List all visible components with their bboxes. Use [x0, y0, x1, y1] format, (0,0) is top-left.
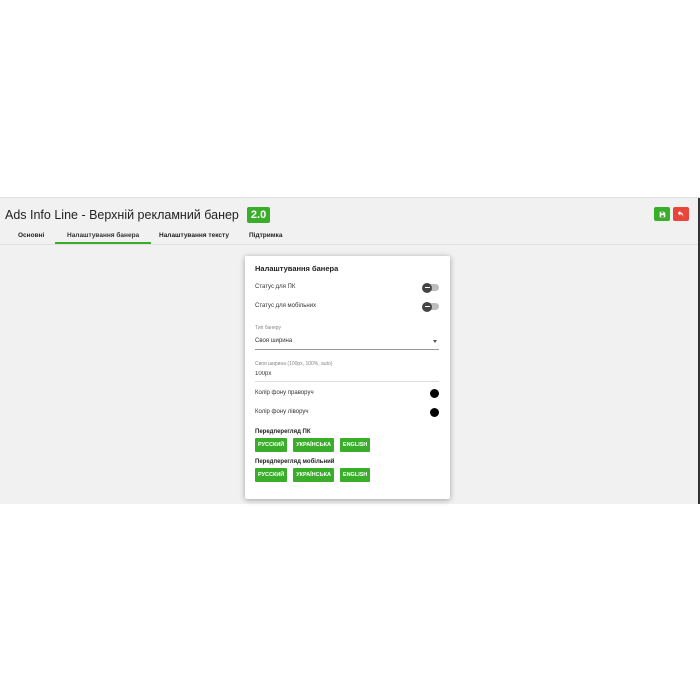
version-badge: 2.0: [246, 207, 271, 223]
admin-panel: Ads Info Line - Верхній рекламний банер …: [0, 197, 700, 504]
preview-mobile-label: Передперегляд мобільний: [255, 459, 335, 465]
page-title-text: Ads Info Line - Верхній рекламний банер: [5, 208, 239, 222]
back-button[interactable]: [673, 207, 689, 221]
preview-pc-buttons: РУССКИЙ УКРАЇНСЬКА ENGLISH: [255, 438, 371, 452]
banner-settings-card: Налаштування банера Статус для ПК Статус…: [245, 256, 450, 499]
bg-right-color-swatch[interactable]: [430, 389, 439, 398]
status-mobile-label: Статус для мобільних: [255, 303, 317, 309]
bg-left-label: Колір фону ліворуч: [255, 409, 309, 415]
status-mobile-toggle[interactable]: [422, 301, 439, 312]
preview-pc-russian-button[interactable]: РУССКИЙ: [255, 438, 288, 452]
preview-mobile-english-button[interactable]: ENGLISH: [339, 468, 371, 482]
banner-type-select[interactable]: Своя ширина: [255, 335, 439, 350]
status-pc-toggle[interactable]: [422, 282, 439, 293]
preview-mobile-russian-button[interactable]: РУССКИЙ: [255, 468, 288, 482]
preview-pc-ukrainian-button[interactable]: УКРАЇНСЬКА: [293, 438, 334, 452]
tab-support[interactable]: Підтримка: [249, 232, 282, 239]
banner-type-label: Тип банеру: [255, 325, 282, 331]
preview-pc-english-button[interactable]: ENGLISH: [339, 438, 371, 452]
tab-general[interactable]: Основні: [18, 232, 44, 239]
tab-banner-settings[interactable]: Налаштування банера: [55, 232, 152, 244]
page-title: Ads Info Line - Верхній рекламний банер …: [5, 207, 271, 223]
tab-text-settings[interactable]: Налаштування тексту: [159, 232, 229, 239]
undo-icon: [677, 210, 684, 218]
tab-bar: Основні Налаштування банера Налаштування…: [0, 229, 698, 245]
bg-right-label: Колір фону праворуч: [255, 390, 314, 396]
preview-pc-label: Передперегляд ПК: [255, 429, 311, 435]
status-pc-label: Статус для ПК: [255, 284, 296, 290]
toggle-knob: [422, 282, 432, 293]
banner-type-value: Своя ширина: [255, 338, 293, 344]
save-icon: [659, 211, 665, 217]
card-title: Налаштування банера: [255, 264, 339, 273]
chevron-down-icon: [433, 340, 437, 343]
bg-left-color-swatch[interactable]: [430, 408, 439, 417]
preview-mobile-buttons: РУССКИЙ УКРАЇНСЬКА ENGLISH: [255, 468, 371, 482]
custom-width-input[interactable]: [255, 367, 439, 382]
preview-mobile-ukrainian-button[interactable]: УКРАЇНСЬКА: [293, 468, 334, 482]
save-button[interactable]: [654, 207, 670, 221]
toggle-knob: [422, 301, 432, 312]
